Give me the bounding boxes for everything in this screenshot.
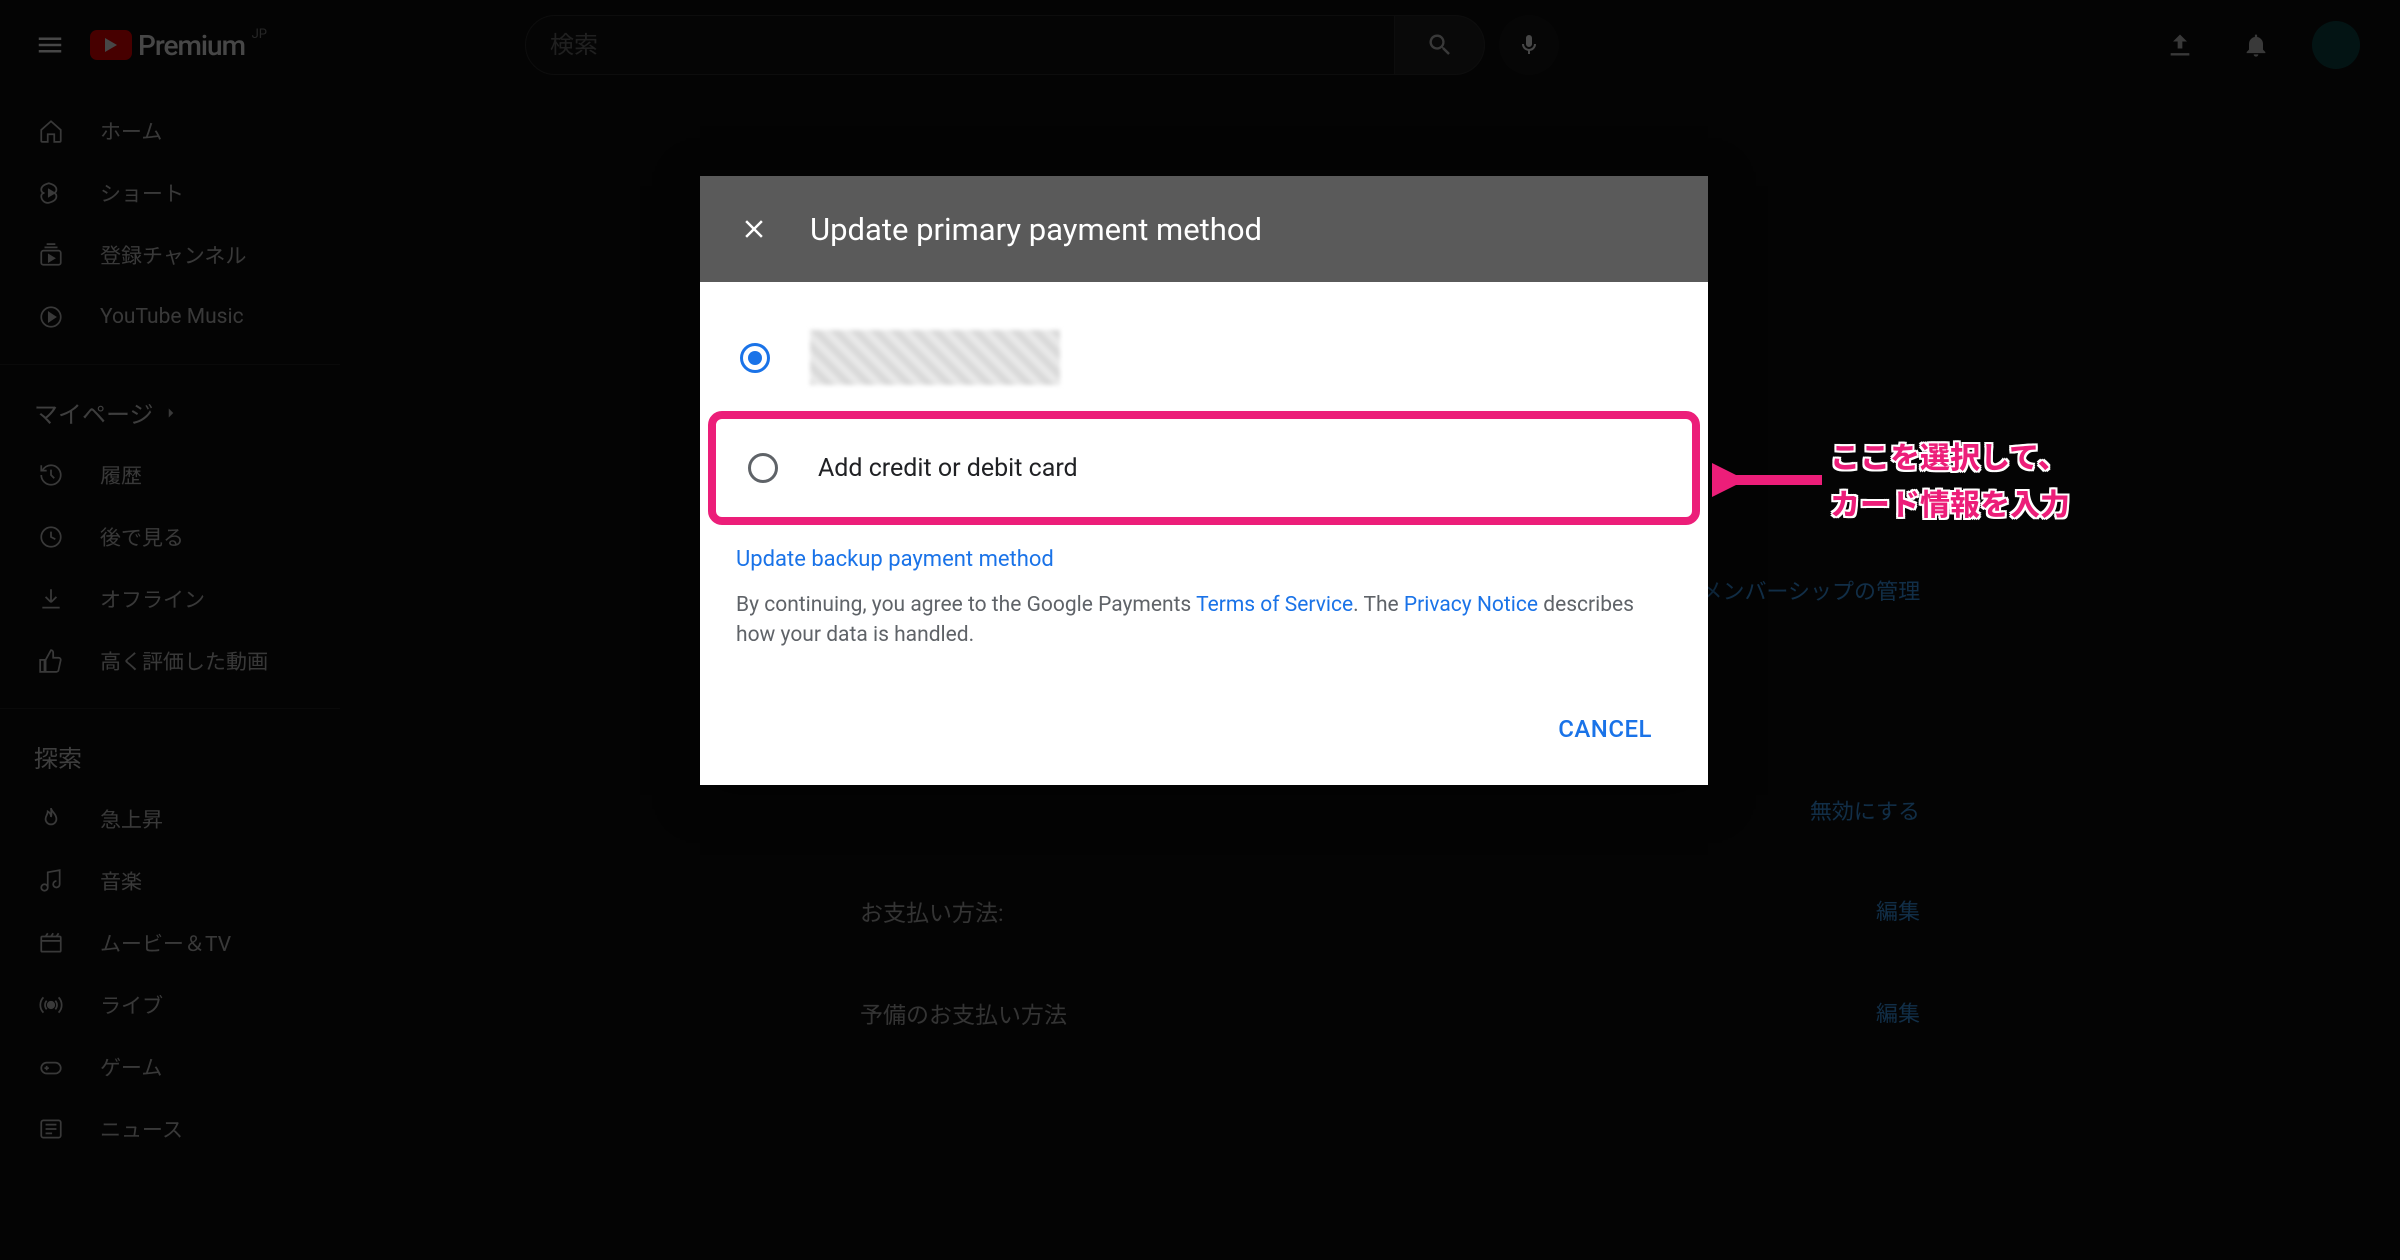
update-backup-link[interactable]: Update backup payment method [736,537,1054,590]
modal-title: Update primary payment method [810,211,1262,248]
modal-body: Add credit or debit card Update backup p… [700,282,1708,675]
radio-selected-icon [740,343,770,373]
annotation-arrow-icon [1712,450,1832,510]
tos-link[interactable]: Terms of Service [1196,593,1353,617]
radio-unselected-icon [748,453,778,483]
modal-header: Update primary payment method [700,176,1708,282]
payment-option-existing[interactable] [736,312,1672,403]
privacy-link[interactable]: Privacy Notice [1404,593,1538,617]
close-button[interactable] [736,211,772,247]
add-card-label: Add credit or debit card [818,454,1078,483]
annotation-highlight: Add credit or debit card [708,411,1700,525]
annotation-text: ここを選択して、 カード情報を入力 [1830,436,2070,529]
redacted-card-info [810,330,1060,385]
close-icon [739,214,769,244]
cancel-button[interactable]: CANCEL [1558,715,1652,743]
legal-text: By continuing, you agree to the Google P… [736,590,1672,661]
modal-footer: CANCEL [700,675,1708,785]
payment-modal: Update primary payment method Add credit… [700,176,1708,785]
payment-option-add-card[interactable]: Add credit or debit card [744,437,1664,499]
